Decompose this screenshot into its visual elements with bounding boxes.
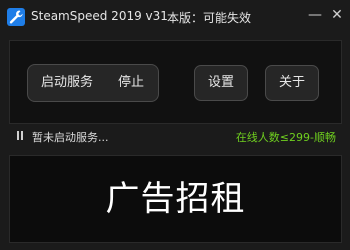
- ad-banner[interactable]: 广告招租: [9, 155, 342, 243]
- settings-button[interactable]: 设置: [194, 65, 248, 101]
- app-title: SteamSpeed 2019 v31: [31, 9, 168, 23]
- wrench-icon: [7, 8, 25, 26]
- ad-text: 广告招租: [105, 179, 246, 219]
- stop-button[interactable]: 停止: [108, 65, 154, 101]
- close-button[interactable]: ✕: [327, 5, 347, 25]
- control-panel: 启动服务 停止 设置 关于: [9, 40, 342, 124]
- service-status-text: 暂未启动服务...: [32, 131, 109, 144]
- online-users-status: 在线人数≤299-顺畅: [235, 131, 336, 144]
- service-button-group: 启动服务 停止: [27, 64, 159, 102]
- title-bar[interactable]: SteamSpeed 2019 v31 本版：可能失效 — ✕: [0, 0, 350, 36]
- about-button[interactable]: 关于: [265, 65, 319, 101]
- start-service-button[interactable]: 启动服务: [32, 65, 102, 101]
- app-window: SteamSpeed 2019 v31 本版：可能失效 — ✕ 启动服务 停止 …: [0, 0, 350, 250]
- minimize-button[interactable]: —: [305, 5, 325, 25]
- pause-icon: [17, 131, 23, 140]
- version-status-label: 本版：可能失效: [167, 11, 252, 25]
- status-bar: 暂未启动服务... 在线人数≤299-顺畅: [0, 124, 350, 148]
